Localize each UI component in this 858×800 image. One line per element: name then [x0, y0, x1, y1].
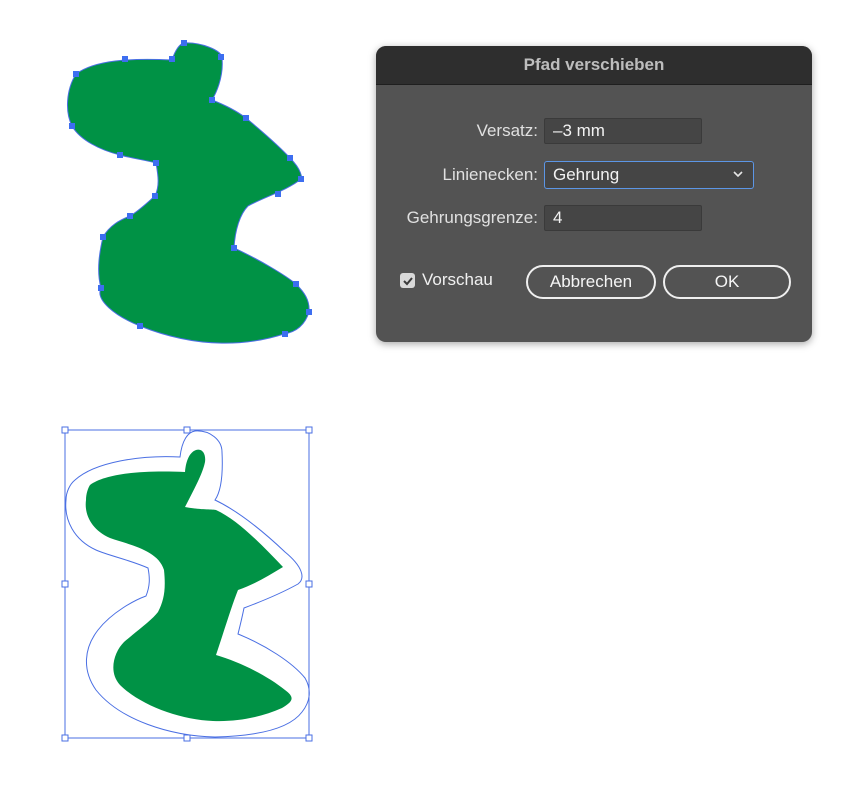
bbox-handle[interactable]: [305, 580, 313, 588]
joins-row: Linienecken: Gehrung: [376, 160, 812, 190]
bbox-handle[interactable]: [61, 426, 69, 434]
cancel-button[interactable]: Abbrechen: [526, 265, 656, 299]
bbox-handle[interactable]: [183, 426, 191, 434]
original-green-shape[interactable]: [67, 42, 310, 344]
joins-label: Linienecken:: [442, 165, 538, 184]
miter-label: Gehrungsgrenze:: [406, 208, 538, 227]
joins-select-value: Gehrung: [553, 165, 620, 184]
original-path-group[interactable]: [67, 40, 312, 344]
preview-group[interactable]: [61, 426, 313, 742]
preview-label[interactable]: Vorschau: [422, 270, 493, 290]
bbox-handle[interactable]: [183, 734, 191, 742]
offset-label: Versatz:: [476, 121, 538, 140]
dialog-title: Pfad verschieben: [523, 55, 665, 74]
miter-row: Gehrungsgrenze: 4: [376, 203, 812, 233]
bbox-handle[interactable]: [305, 734, 313, 742]
preview-checkbox[interactable]: [400, 273, 415, 288]
bbox-handle[interactable]: [305, 426, 313, 434]
bbox-handle[interactable]: [61, 734, 69, 742]
checkmark-icon: [402, 276, 413, 285]
ok-button[interactable]: OK: [663, 265, 791, 299]
dialog-titlebar[interactable]: Pfad verschieben: [376, 46, 812, 85]
offset-input[interactable]: –3 mm: [544, 118, 702, 144]
chevron-down-icon: [733, 171, 743, 178]
offset-green-shape[interactable]: [85, 449, 292, 722]
bbox-handle[interactable]: [61, 580, 69, 588]
miter-limit-input[interactable]: 4: [544, 205, 702, 231]
offset-path-dialog: Pfad verschieben Versatz: –3 mm Linienec…: [376, 46, 812, 342]
joins-select[interactable]: Gehrung: [544, 161, 754, 189]
offset-row: Versatz: –3 mm: [376, 116, 812, 146]
